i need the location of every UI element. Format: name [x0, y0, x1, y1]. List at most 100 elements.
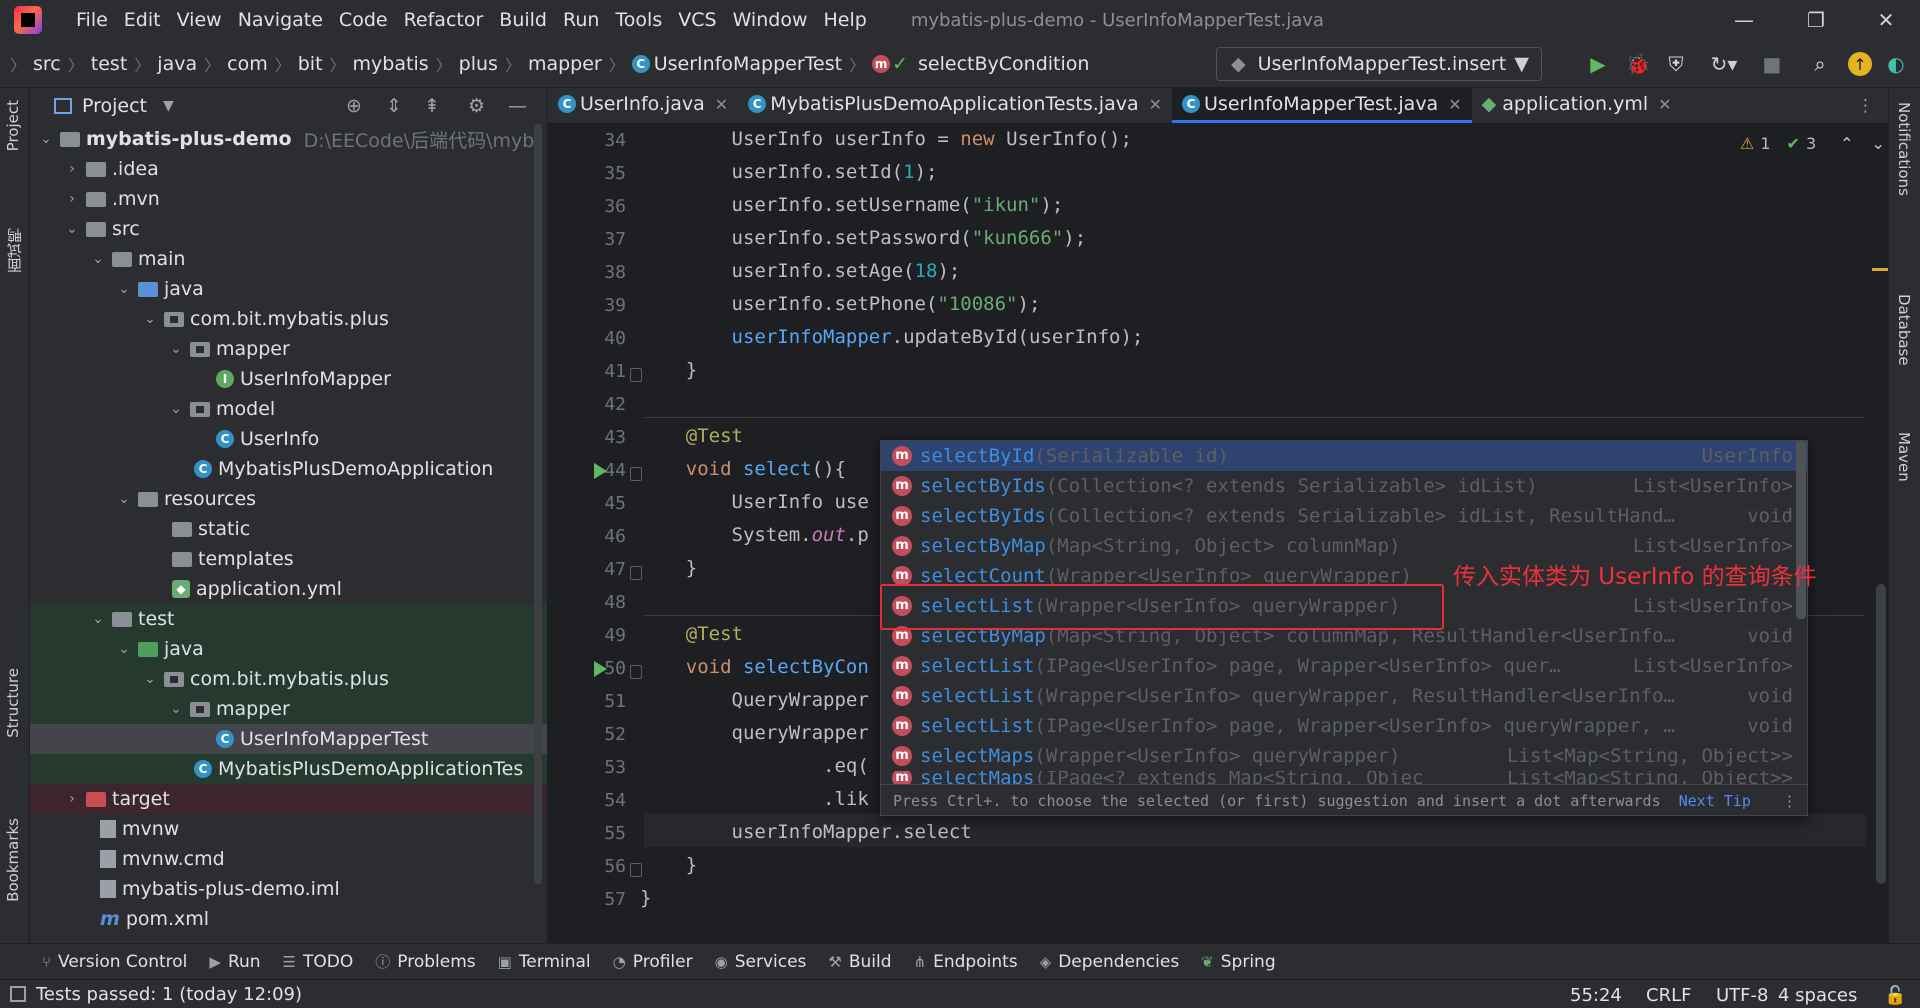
- menu-view[interactable]: View: [169, 9, 230, 31]
- breadcrumb-plus[interactable]: plus: [454, 53, 503, 75]
- menu-tools[interactable]: Tools: [607, 9, 670, 31]
- tree-item-java-main[interactable]: ⌄ java: [30, 274, 547, 304]
- tab-application-yml[interactable]: ◆ application.yml ✕: [1472, 88, 1682, 123]
- tree-item-mvn[interactable]: › .mvn: [30, 184, 547, 214]
- tool-todo[interactable]: ☰ TODO: [283, 952, 354, 972]
- tree-item-mapper-main[interactable]: ⌄ mapper: [30, 334, 547, 364]
- menu-refactor[interactable]: Refactor: [396, 9, 492, 31]
- chevron-up-icon[interactable]: ⌃: [1840, 134, 1853, 153]
- tree-item-mapper-test[interactable]: ⌄ mapper: [30, 694, 547, 724]
- tree-item-userinfomappertest[interactable]: C UserInfoMapperTest: [30, 724, 547, 754]
- tool-structure[interactable]: Structure: [4, 668, 22, 738]
- menu-run[interactable]: Run: [555, 9, 607, 31]
- tree-item-applicationtests[interactable]: C MybatisPlusDemoApplicationTes: [30, 754, 547, 784]
- tree-item-package-main[interactable]: ⌄ com.bit.mybatis.plus: [30, 304, 547, 334]
- tool-problems[interactable]: ⓘ Problems: [375, 951, 475, 972]
- collapse-all-icon[interactable]: ⇞: [424, 95, 440, 117]
- jetbrains-ai-icon[interactable]: ◐: [1884, 52, 1908, 76]
- breadcrumb-mapper[interactable]: mapper: [523, 53, 607, 75]
- chevron-down-icon[interactable]: ⌄: [1872, 134, 1885, 153]
- breadcrumb-test[interactable]: test: [86, 53, 133, 75]
- gear-icon[interactable]: ⚙: [468, 95, 485, 117]
- tree-item-src[interactable]: ⌄ src: [30, 214, 547, 244]
- menu-vcs[interactable]: VCS: [670, 9, 724, 31]
- indent-setting[interactable]: 4 spaces: [1778, 985, 1857, 1006]
- tool-project[interactable]: Project: [4, 100, 22, 151]
- tool-bookmarks[interactable]: Bookmarks: [4, 818, 22, 902]
- menu-file[interactable]: File: [68, 9, 116, 31]
- warning-marker[interactable]: [1872, 268, 1888, 271]
- breadcrumb-method[interactable]: m ✓ selectByCondition: [867, 53, 1094, 75]
- tool-spring[interactable]: ❦ Spring: [1201, 952, 1275, 972]
- tree-item-mvnw-cmd[interactable]: mvnw.cmd: [30, 844, 547, 874]
- tool-services[interactable]: ◉ Services: [715, 952, 807, 972]
- tree-item-static[interactable]: static: [30, 514, 547, 544]
- profiler-icon[interactable]: ↻▾: [1702, 52, 1746, 76]
- tab-userinfomappertest-java[interactable]: C UserInfoMapperTest.java ✕: [1172, 88, 1472, 123]
- tool-plugin[interactable]: 面试鸭: [4, 228, 25, 273]
- breadcrumb-mybatis[interactable]: mybatis: [348, 53, 434, 75]
- tree-item-userinfo[interactable]: C UserInfo: [30, 424, 547, 454]
- tree-item-application-yml[interactable]: ◆ application.yml: [30, 574, 547, 604]
- inspection-widget[interactable]: ⚠ 1 ✔ 3 ⌃ ⌄: [1740, 134, 1885, 153]
- minimize-button[interactable]: —: [1712, 0, 1776, 40]
- tree-item-target[interactable]: › target: [30, 784, 547, 814]
- tree-item-mvnw[interactable]: mvnw: [30, 814, 547, 844]
- close-icon[interactable]: ✕: [1149, 95, 1162, 114]
- menu-code[interactable]: Code: [331, 9, 396, 31]
- editor-scrollbar[interactable]: [1876, 584, 1886, 884]
- tree-item-application[interactable]: C MybatisPlusDemoApplication: [30, 454, 547, 484]
- completion-item[interactable]: m selectMaps (IPage<? extends Map<String, …: [881, 771, 1807, 785]
- breadcrumb-src[interactable]: src: [28, 53, 66, 75]
- hide-panel-icon[interactable]: —: [508, 95, 527, 117]
- run-test-icon[interactable]: [594, 463, 607, 479]
- tool-version-control[interactable]: ⑂ Version Control: [42, 952, 187, 972]
- menu-navigate[interactable]: Navigate: [230, 9, 331, 31]
- chevron-down-icon[interactable]: ▼: [163, 98, 174, 114]
- completion-item[interactable]: m selectById (Serializable id) UserInfo: [881, 441, 1807, 471]
- tool-terminal[interactable]: ▣ Terminal: [498, 952, 591, 972]
- run-test-icon[interactable]: [594, 661, 607, 677]
- completion-item[interactable]: m selectList (IPage<UserInfo> page, Wrappe…: [881, 711, 1807, 741]
- tool-profiler[interactable]: ◔ Profiler: [613, 952, 693, 972]
- close-window-button[interactable]: ✕: [1854, 0, 1918, 40]
- completion-item[interactable]: m selectByIds (Collection<? extends Serial…: [881, 471, 1807, 501]
- stop-icon[interactable]: ■: [1760, 52, 1784, 76]
- toggle-tool-windows-icon[interactable]: [10, 986, 26, 1002]
- tree-item-userinfomapper[interactable]: I UserInfoMapper: [30, 364, 547, 394]
- close-icon[interactable]: ✕: [1658, 95, 1671, 114]
- tab-options-icon[interactable]: ⋮: [1857, 88, 1874, 123]
- search-icon[interactable]: ⌕: [1808, 52, 1832, 76]
- tree-item-java-test[interactable]: ⌄ java: [30, 634, 547, 664]
- next-tip-link[interactable]: Next Tip: [1679, 792, 1751, 810]
- close-icon[interactable]: ✕: [715, 95, 728, 114]
- coverage-icon[interactable]: ⛨: [1664, 52, 1688, 76]
- tab-applicationtests-java[interactable]: C MybatisPlusDemoApplicationTests.java ✕: [738, 88, 1172, 123]
- project-panel-title[interactable]: Project: [82, 95, 147, 117]
- tree-item-test[interactable]: ⌄ test: [30, 604, 547, 634]
- file-encoding[interactable]: UTF-8: [1716, 985, 1768, 1006]
- tool-dependencies[interactable]: ◈ Dependencies: [1040, 952, 1180, 972]
- tool-build[interactable]: ⚒ Build: [828, 952, 891, 972]
- completion-item[interactable]: m selectList (IPage<UserInfo> page, Wrappe…: [881, 651, 1807, 681]
- completion-item[interactable]: m selectMaps (Wrapper<UserInfo> queryWrapp…: [881, 741, 1807, 771]
- locate-icon[interactable]: ⊕: [346, 95, 362, 117]
- tree-item-resources[interactable]: ⌄ resources: [30, 484, 547, 514]
- breadcrumb-com[interactable]: com: [222, 53, 273, 75]
- breadcrumb-bit[interactable]: bit: [293, 53, 328, 75]
- tree-item-package-test[interactable]: ⌄ com.bit.mybatis.plus: [30, 664, 547, 694]
- project-scrollbar[interactable]: [534, 124, 542, 884]
- read-only-lock-icon[interactable]: 🔓: [1884, 985, 1906, 1006]
- tab-userinfo-java[interactable]: C UserInfo.java ✕: [548, 88, 738, 123]
- close-icon[interactable]: ✕: [1448, 95, 1461, 114]
- tool-endpoints[interactable]: ⋔ Endpoints: [914, 952, 1018, 972]
- line-separator[interactable]: CRLF: [1646, 985, 1691, 1006]
- menu-build[interactable]: Build: [491, 9, 555, 31]
- update-icon[interactable]: ↑: [1848, 52, 1872, 76]
- breadcrumb-java[interactable]: java: [152, 53, 202, 75]
- debug-icon[interactable]: 🐞: [1626, 52, 1651, 76]
- menu-help[interactable]: Help: [815, 9, 874, 31]
- tree-item-model[interactable]: ⌄ model: [30, 394, 547, 424]
- tool-notifications[interactable]: Notifications: [1895, 102, 1913, 196]
- expand-all-icon[interactable]: ⇕: [386, 95, 402, 117]
